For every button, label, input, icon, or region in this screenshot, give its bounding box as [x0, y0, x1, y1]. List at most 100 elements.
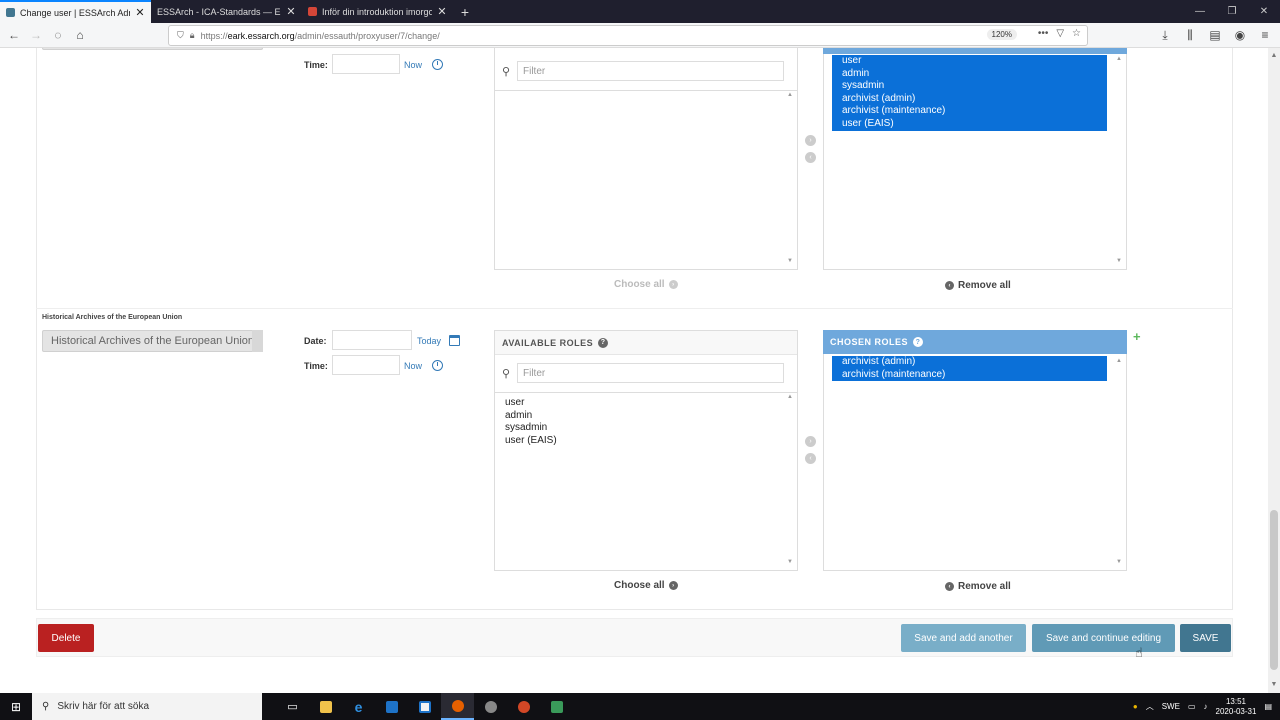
today-link[interactable]: Today	[417, 335, 461, 346]
add-icon[interactable]: +	[1133, 329, 1141, 344]
browser-tab-change-user[interactable]: Change user | ESSArch Admini ✕	[0, 0, 151, 23]
scroll-arrows-c1b[interactable]: ▼	[1116, 258, 1124, 264]
account-icon[interactable]: ◉	[1229, 24, 1251, 46]
now-link-1[interactable]: Now	[404, 59, 444, 70]
available-option[interactable]: user (EAIS)	[495, 435, 797, 448]
taskbar-search[interactable]: ⚲ Skriv här för att söka	[32, 693, 262, 720]
chosen-option[interactable]: user	[832, 55, 1107, 68]
save-and-continue-button[interactable]: Save and continue editing	[1032, 624, 1175, 652]
delete-button[interactable]: Delete	[38, 624, 94, 652]
scroll-arrows-2[interactable]: ▲	[787, 394, 795, 400]
powerpoint-icon[interactable]	[507, 693, 540, 720]
notifications-icon[interactable]: ▤	[1264, 702, 1272, 711]
available-roles-header: AVAILABLE ROLES ?	[495, 331, 797, 355]
chosen-option[interactable]: archivist (maintenance)	[832, 105, 1107, 118]
new-tab-button[interactable]: +	[453, 0, 477, 23]
clock-date: 2020-03-31	[1215, 706, 1257, 716]
chosen-option[interactable]: archivist (admin)	[832, 356, 1107, 369]
choose-all-link-2[interactable]: Choose all ›	[614, 580, 678, 591]
remove-all-link-2[interactable]: ‹ Remove all	[945, 581, 1011, 592]
scroll-arrows-2b[interactable]: ▼	[787, 559, 795, 565]
time-input-2[interactable]	[332, 355, 400, 375]
now-link-2[interactable]: Now	[404, 360, 444, 371]
restore-icon[interactable]: ❐	[1216, 0, 1248, 23]
choose-all-link-1[interactable]: Choose all ›	[614, 279, 678, 290]
scroll-arrows-1[interactable]: ▲	[787, 92, 795, 98]
firefox-icon[interactable]	[441, 693, 474, 720]
remove-arrow-icon[interactable]: ‹	[805, 152, 816, 163]
scroll-up-icon[interactable]: ▲	[1270, 52, 1278, 59]
browser-tab-ica-standards[interactable]: ESSArch - ICA-Standards — ESSArc ✕	[151, 0, 302, 23]
library-icon[interactable]: ⫼	[1179, 24, 1201, 46]
add-arrow-icon[interactable]: ›	[805, 436, 816, 447]
filter-input-2[interactable]: Filter	[517, 363, 784, 383]
help-icon[interactable]: ?	[598, 337, 609, 348]
menu-icon[interactable]: ≡	[1254, 24, 1276, 46]
close-tab-icon[interactable]: ✕	[286, 5, 296, 18]
lock-icon[interactable]: 🔒︎	[190, 30, 195, 41]
close-tab-icon[interactable]: ✕	[437, 5, 447, 18]
filter-input-1[interactable]: Filter	[517, 61, 784, 81]
browser-tab-gmail[interactable]: Inför din introduktion imorgon ✕	[302, 0, 453, 23]
windows-start-icon[interactable]: ⊞	[0, 693, 32, 720]
help-icon[interactable]: ?	[913, 337, 924, 347]
sidebar-icon[interactable]: ▤	[1204, 24, 1226, 46]
scroll-arrows-c2b[interactable]: ▼	[1116, 559, 1124, 565]
scroll-down-icon[interactable]: ▼	[1270, 681, 1278, 688]
save-and-add-another-button[interactable]: Save and add another	[901, 624, 1026, 652]
download-icon[interactable]: ⤓	[1154, 24, 1176, 46]
edge-icon[interactable]: e	[342, 693, 375, 720]
volume-icon[interactable]: ♪	[1204, 702, 1208, 711]
time-input-1[interactable]	[332, 54, 400, 74]
zoom-level-badge[interactable]: 120%	[986, 29, 1017, 40]
chosen-list-1[interactable]: user admin sysadmin archivist (admin) ar…	[832, 55, 1107, 131]
chosen-option[interactable]: sysadmin	[832, 80, 1107, 93]
more-icon[interactable]: •••	[1038, 28, 1049, 39]
clock-icon[interactable]	[432, 360, 444, 371]
language-indicator[interactable]: SWE	[1162, 702, 1180, 711]
wifi-icon[interactable]: ▭	[1188, 702, 1196, 711]
minimize-icon[interactable]: —	[1184, 0, 1216, 23]
close-window-icon[interactable]: ✕	[1248, 0, 1280, 23]
tray-chevron-icon[interactable]: ︿	[1146, 701, 1154, 712]
network-icon[interactable]: ●	[1133, 702, 1138, 711]
chosen-option[interactable]: archivist (maintenance)	[832, 368, 1107, 382]
store-icon[interactable]	[408, 693, 441, 720]
scroll-arrows-1b[interactable]: ▼	[787, 258, 795, 264]
bookmark-star-icon[interactable]: ☆	[1072, 28, 1081, 39]
chosen-roles-list[interactable]: archivist (admin) archivist (maintenance…	[832, 356, 1107, 382]
save-button[interactable]: SAVE	[1180, 624, 1231, 652]
url-bar[interactable]: ⛉ 🔒︎ https://eark.essarch.org/admin/essa…	[168, 25, 1088, 46]
remove-all-link-1[interactable]: ‹ Remove all	[945, 280, 1011, 291]
shield-icon[interactable]: ⛉	[177, 30, 184, 41]
remove-arrow-icon[interactable]: ‹	[805, 453, 816, 464]
home-icon[interactable]: ⌂	[69, 24, 91, 46]
scroll-arrows-c1[interactable]: ▲	[1116, 56, 1124, 62]
forward-icon[interactable]: →	[25, 24, 47, 46]
chosen-option[interactable]: user (EAIS)	[832, 117, 1107, 131]
chosen-option[interactable]: archivist (admin)	[832, 92, 1107, 106]
task-view-icon[interactable]: ▭	[276, 693, 309, 720]
chrome-icon[interactable]	[474, 693, 507, 720]
date-input[interactable]	[332, 330, 412, 350]
scroll-thumb[interactable]	[1270, 510, 1278, 670]
available-roles-list[interactable]: user admin sysadmin user (EAIS)	[495, 392, 797, 570]
calendar-icon[interactable]	[449, 335, 461, 346]
loading-icon[interactable]: ◌	[47, 24, 69, 46]
back-icon[interactable]: ←	[3, 24, 25, 46]
page-scrollbar[interactable]: ▲ ▼	[1268, 48, 1280, 693]
scroll-arrows-c2[interactable]: ▲	[1116, 358, 1124, 364]
available-option[interactable]: user	[495, 397, 797, 410]
available-list-1[interactable]	[495, 90, 797, 269]
available-option[interactable]: admin	[495, 410, 797, 423]
pocket-icon[interactable]: ▽	[1056, 28, 1064, 39]
add-arrow-icon[interactable]: ›	[805, 135, 816, 146]
chosen-option[interactable]: admin	[832, 67, 1107, 81]
taskbar-clock[interactable]: 13:51 2020-03-31	[1216, 697, 1257, 717]
clock-icon[interactable]	[432, 59, 444, 70]
mail-icon[interactable]	[375, 693, 408, 720]
available-option[interactable]: sysadmin	[495, 422, 797, 435]
file-explorer-icon[interactable]	[309, 693, 342, 720]
close-tab-icon[interactable]: ✕	[135, 6, 145, 19]
app-icon[interactable]	[540, 693, 573, 720]
